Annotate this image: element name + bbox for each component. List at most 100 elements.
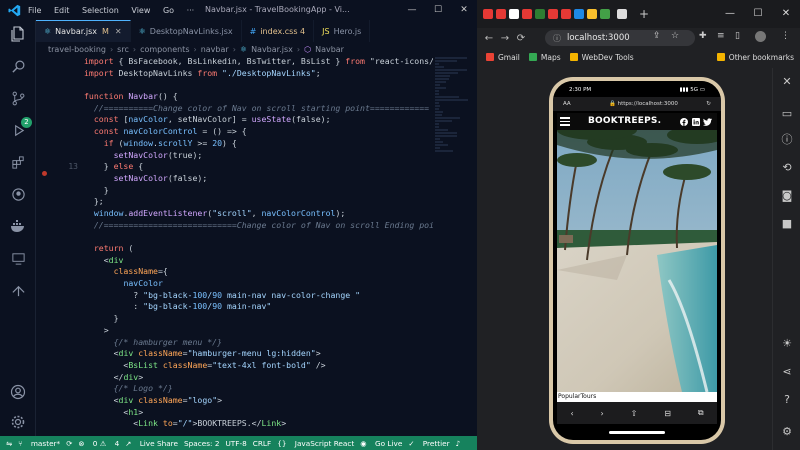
back-arrow-icon[interactable]: ←: [481, 33, 497, 44]
code-line[interactable]: {/* hamburger menu */}: [84, 337, 433, 349]
code-line[interactable]: import { BsFacebook, BsLinkedin, BsTwitt…: [84, 56, 433, 68]
encoding-indicator[interactable]: UTF-8: [225, 439, 246, 448]
menu-edit[interactable]: Edit: [54, 6, 70, 15]
code-line[interactable]: <div className="hamburger-menu lg:hidden…: [84, 348, 433, 360]
rotate-icon[interactable]: ⟲: [779, 160, 795, 176]
settings-gear-icon[interactable]: ⚙: [779, 424, 795, 440]
code-line[interactable]: <div: [84, 255, 433, 267]
breadcrumb-item[interactable]: Navbar: [315, 45, 344, 54]
indentation-indicator[interactable]: Spaces: 2: [184, 439, 219, 448]
breadcrumb-item[interactable]: Navbar.jsx: [251, 45, 293, 54]
reload-icon[interactable]: ⟳: [513, 33, 529, 44]
facebook-icon[interactable]: [679, 117, 688, 126]
code-content[interactable]: import { BsFacebook, BsLinkedin, BsTwitt…: [84, 56, 433, 430]
device-toggle-icon[interactable]: ▭: [779, 106, 795, 122]
explorer-icon[interactable]: [8, 24, 28, 44]
linkedin-icon[interactable]: [691, 117, 700, 126]
phone-back-icon[interactable]: ‹: [570, 409, 573, 418]
tab-hero-js[interactable]: JS Hero.js: [314, 20, 371, 42]
side-panel-icon[interactable]: ▯: [735, 31, 740, 41]
code-line[interactable]: import DesktopNavLinks from "./DesktopNa…: [84, 68, 433, 80]
code-line[interactable]: };: [84, 196, 433, 208]
go-live-button[interactable]: ◉ Go Live: [360, 439, 402, 448]
phone-forward-icon[interactable]: ›: [601, 409, 604, 418]
text-size-button[interactable]: AA: [563, 101, 571, 107]
close-icon[interactable]: ✕: [772, 0, 800, 28]
profile-avatar[interactable]: [755, 31, 766, 42]
code-line[interactable]: {/* Logo */}: [84, 383, 433, 395]
info-icon[interactable]: ⓘ: [779, 132, 795, 148]
minimize-icon[interactable]: —: [399, 0, 425, 20]
site-tab-icon[interactable]: [587, 9, 597, 19]
docker-icon[interactable]: [8, 216, 28, 236]
reading-list-icon[interactable]: ≡: [717, 31, 725, 41]
screenshot-camera-icon[interactable]: ◙: [779, 188, 795, 204]
code-line[interactable]: } else {: [84, 161, 433, 173]
notifications-bell-icon[interactable]: ♪: [456, 439, 461, 448]
language-indicator[interactable]: {} JavaScript React: [277, 439, 354, 448]
source-control-icon[interactable]: [8, 88, 28, 108]
account-icon[interactable]: [8, 382, 28, 402]
tab-navbar-jsx[interactable]: ⚛ Navbar.jsx M ✕: [36, 20, 131, 42]
youtube-tab-icon[interactable]: [548, 9, 558, 19]
bookmark-gmail[interactable]: Gmail: [486, 53, 520, 62]
menu-kebab-icon[interactable]: ⋮: [781, 31, 790, 41]
brightness-icon[interactable]: ☀: [779, 336, 795, 352]
extensions-puzzle-icon[interactable]: ✚: [699, 31, 707, 41]
branch-indicator[interactable]: ⑂ master*: [18, 439, 60, 448]
youtube-tab-icon[interactable]: [496, 9, 506, 19]
code-line[interactable]: ? "bg-black-100/90 main-nav nav-color-ch…: [84, 290, 433, 302]
problems-indicator[interactable]: ⊗ 0 ⚠ 4: [78, 439, 119, 448]
menu-more[interactable]: ···: [187, 6, 195, 15]
minimize-icon[interactable]: —: [716, 0, 744, 28]
video-record-icon[interactable]: ■: [779, 216, 795, 232]
site-tab-icon[interactable]: [535, 9, 545, 19]
code-line[interactable]: }: [84, 313, 433, 325]
maximize-icon[interactable]: ☐: [425, 0, 451, 20]
remote-explorer-icon[interactable]: [8, 248, 28, 268]
code-line[interactable]: [84, 79, 433, 91]
live-share-button[interactable]: ↗ Live Share: [125, 439, 178, 448]
code-line[interactable]: [84, 231, 433, 243]
bookmark-webdev-tools[interactable]: WebDev Tools: [569, 53, 634, 62]
code-line[interactable]: //===========================Change colo…: [84, 220, 433, 232]
phone-url[interactable]: 🔒 https://localhost:3000: [609, 101, 678, 107]
twitter-icon[interactable]: [703, 117, 712, 126]
google-tab-icon[interactable]: [509, 9, 519, 19]
code-line[interactable]: <Link to="/">BOOKTREEPS.</Link>: [84, 418, 433, 430]
help-icon[interactable]: ?: [779, 392, 795, 408]
breakpoint-icon[interactable]: [42, 171, 47, 176]
tab-index-css[interactable]: # index.css 4: [242, 20, 315, 42]
site-logo[interactable]: BOOKTREEPS.: [588, 116, 661, 126]
code-line[interactable]: : "bg-black-100/90 main-nav": [84, 301, 433, 313]
sync-icon[interactable]: ⟳: [66, 439, 72, 448]
site-tab-icon[interactable]: [600, 9, 610, 19]
tab-desktopnavlinks-jsx[interactable]: ⚛ DesktopNavLinks.jsx: [131, 20, 242, 42]
eol-indicator[interactable]: CRLF: [253, 439, 271, 448]
github-icon[interactable]: [8, 184, 28, 204]
code-editor[interactable]: 13 import { BsFacebook, BsLinkedin, BsTw…: [36, 56, 477, 436]
menu-selection[interactable]: Selection: [82, 6, 119, 15]
youtube-tab-icon[interactable]: [561, 9, 571, 19]
code-line[interactable]: const navColorControl = () => {: [84, 126, 433, 138]
code-line[interactable]: setNavColor(true);: [84, 150, 433, 162]
code-line[interactable]: navColor: [84, 278, 433, 290]
youtube-tab-icon[interactable]: [522, 9, 532, 19]
code-line[interactable]: return (: [84, 243, 433, 255]
code-line[interactable]: <div className="logo">: [84, 395, 433, 407]
run-debug-icon[interactable]: [8, 120, 28, 140]
code-line[interactable]: </div>: [84, 372, 433, 384]
code-line[interactable]: setNavColor(false);: [84, 173, 433, 185]
code-line[interactable]: className={: [84, 266, 433, 278]
code-line[interactable]: window.addEventListener("scroll", navCol…: [84, 208, 433, 220]
code-line[interactable]: <h1>: [84, 407, 433, 419]
search-icon[interactable]: [8, 56, 28, 76]
code-line[interactable]: function Navbar() {: [84, 91, 433, 103]
breadcrumb-item[interactable]: travel-booking: [48, 45, 106, 54]
code-line[interactable]: <BsList className="text-4xl font-bold" /…: [84, 360, 433, 372]
hamburger-menu-icon[interactable]: [560, 117, 570, 128]
breadcrumb-item[interactable]: src: [117, 45, 129, 54]
menu-view[interactable]: View: [131, 6, 150, 15]
tab-close-icon[interactable]: ✕: [115, 27, 122, 36]
share-icon[interactable]: ⋖: [779, 364, 795, 380]
